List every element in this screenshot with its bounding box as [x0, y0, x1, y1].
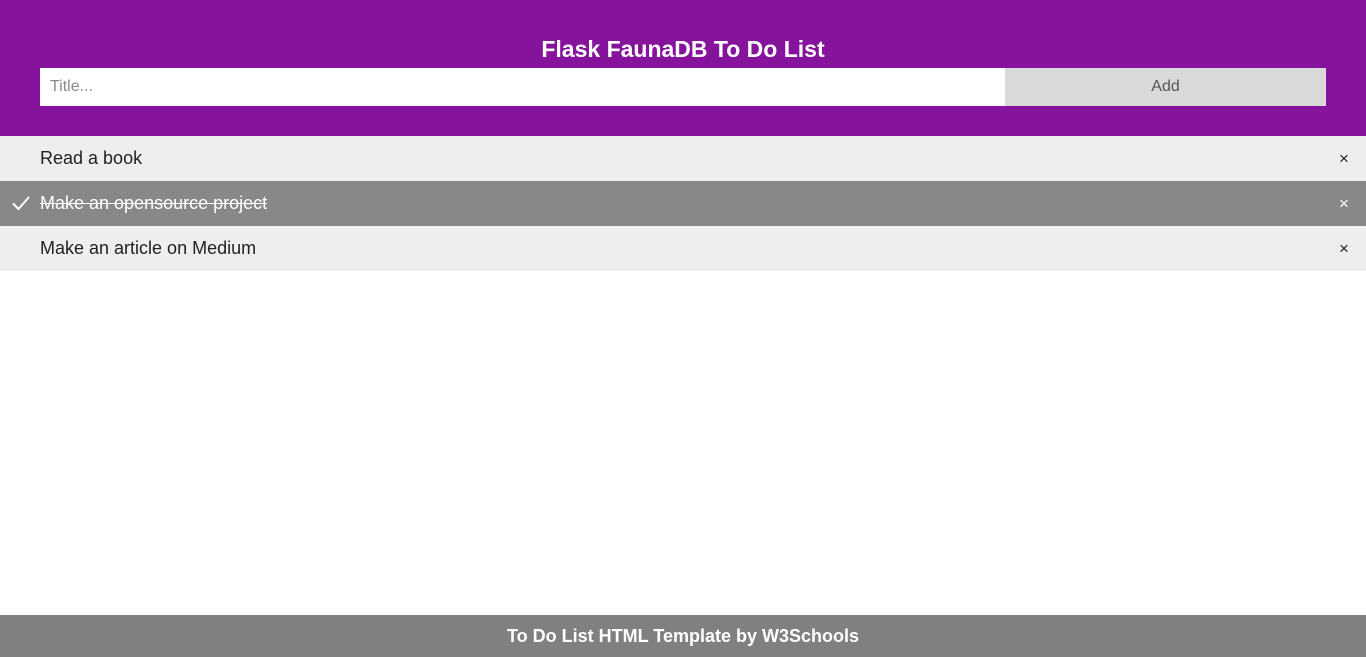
- todo-item-checked[interactable]: Make an opensource project ×: [0, 181, 1366, 226]
- footer: To Do List HTML Template by W3Schools: [0, 615, 1366, 657]
- close-icon[interactable]: ×: [1322, 181, 1366, 226]
- add-button[interactable]: Add: [1005, 68, 1326, 106]
- todo-item-text: Read a book: [40, 148, 143, 168]
- todo-item[interactable]: Make an article on Medium ×: [0, 226, 1366, 271]
- check-icon: [12, 196, 30, 211]
- header: Flask FaunaDB To Do List Add: [0, 0, 1366, 136]
- todo-item-text: Make an article on Medium: [40, 238, 257, 258]
- close-icon[interactable]: ×: [1322, 136, 1366, 181]
- todo-item[interactable]: Read a book ×: [0, 136, 1366, 181]
- todo-item-text: Make an opensource project: [40, 193, 268, 213]
- title-input[interactable]: [40, 68, 1005, 106]
- page-title: Flask FaunaDB To Do List: [541, 36, 825, 62]
- todo-list: Read a book × Make an opensource project…: [0, 136, 1366, 271]
- close-icon[interactable]: ×: [1322, 226, 1366, 271]
